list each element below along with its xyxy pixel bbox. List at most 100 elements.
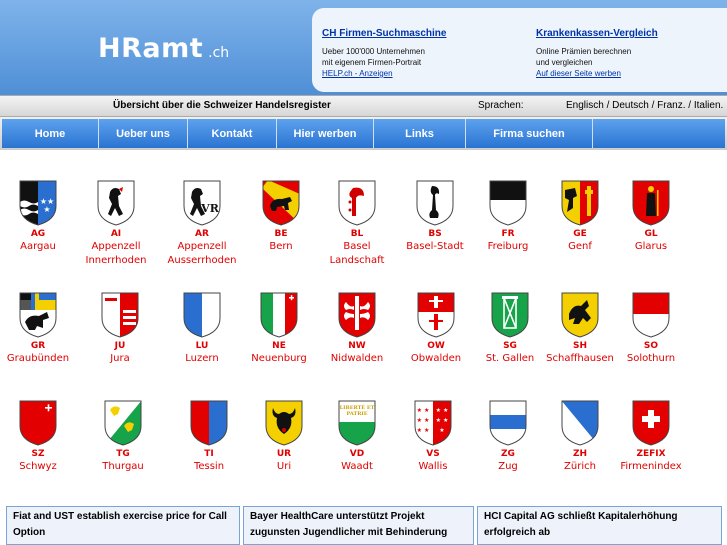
canton-ur[interactable]: UR Uri bbox=[245, 400, 323, 474]
canton-be[interactable]: BE Bern bbox=[242, 180, 320, 254]
header: HRamt .ch CH Firmen-Suchmaschine Ueber 10… bbox=[0, 0, 727, 95]
canton-so[interactable]: SO Solothurn bbox=[612, 292, 690, 366]
canton-name: Luzern bbox=[185, 353, 219, 364]
promo-krankenkassen-line2: und vergleichen bbox=[536, 58, 593, 67]
canton-name: Wallis bbox=[418, 461, 448, 472]
canton-name: Solothurn bbox=[626, 353, 676, 364]
canton-bl[interactable]: BL Basel Landschaft bbox=[318, 180, 396, 268]
canton-name: Appenzell bbox=[91, 241, 141, 252]
canton-gl[interactable]: GL Glarus bbox=[612, 180, 690, 254]
canton-zefix[interactable]: ZEFIX Firmenindex bbox=[612, 400, 690, 474]
canton-code: NE bbox=[272, 341, 286, 351]
sg-coat-of-arms-icon bbox=[491, 292, 529, 338]
canton-gr[interactable]: GR Graubünden bbox=[0, 292, 77, 366]
promo-firmen: CH Firmen-Suchmaschine Ueber 100'000 Unt… bbox=[322, 28, 446, 79]
canton-zg[interactable]: ZG Zug bbox=[469, 400, 547, 474]
canton-name: Zürich bbox=[564, 461, 596, 472]
canton-ag[interactable]: ★★ ★ AG Aargau bbox=[0, 180, 77, 254]
canton-name: Waadt bbox=[341, 461, 373, 472]
canton-code: SH bbox=[572, 341, 587, 351]
nav-empty bbox=[593, 119, 725, 148]
canton-sh[interactable]: SH Schaffhausen bbox=[541, 292, 619, 366]
svg-text:★ ★: ★ ★ bbox=[417, 407, 430, 414]
canton-code: SG bbox=[503, 341, 517, 351]
canton-ar[interactable]: VR AR Appenzell Ausserrhoden bbox=[163, 180, 241, 268]
canton-ai[interactable]: AI Appenzell Innerrhoden bbox=[77, 180, 155, 268]
nav-ueber-uns[interactable]: Ueber uns bbox=[99, 119, 188, 148]
canton-name: Freiburg bbox=[487, 241, 529, 252]
canton-name-line2: Landschaft bbox=[329, 255, 385, 266]
promo-krankenkassen-link[interactable]: Auf dieser Seite werben bbox=[536, 69, 621, 78]
canton-name: Graubünden bbox=[6, 353, 70, 364]
site-logo[interactable]: HRamt .ch bbox=[98, 33, 229, 64]
vs-coat-of-arms-icon: ★ ★ ★ ★ ★ ★ ★ ★ ★ ★ ★ bbox=[414, 400, 452, 446]
nav-firma-suchen[interactable]: Firma suchen bbox=[466, 119, 593, 148]
canton-ju[interactable]: JU Jura bbox=[81, 292, 159, 366]
ge-coat-of-arms-icon bbox=[561, 180, 599, 226]
ai-coat-of-arms-icon bbox=[97, 180, 135, 226]
canton-sz[interactable]: SZ Schwyz bbox=[0, 400, 77, 474]
nav-links[interactable]: Links bbox=[374, 119, 466, 148]
lu-coat-of-arms-icon bbox=[183, 292, 221, 338]
canton-code: AI bbox=[110, 229, 122, 239]
canton-ne[interactable]: NE Neuenburg bbox=[240, 292, 318, 366]
canton-name: Jura bbox=[110, 353, 130, 364]
canton-code: UR bbox=[276, 449, 292, 459]
canton-bs[interactable]: BS Basel-Stadt bbox=[396, 180, 474, 254]
tg-coat-of-arms-icon bbox=[104, 400, 142, 446]
promo-firmen-link[interactable]: HELP.ch - Anzeigen bbox=[322, 69, 393, 78]
main-nav: Home Ueber uns Kontakt Hier werben Links… bbox=[0, 117, 727, 150]
canton-fr[interactable]: FR Freiburg bbox=[469, 180, 547, 254]
bl-coat-of-arms-icon bbox=[338, 180, 376, 226]
canton-code: TI bbox=[204, 449, 214, 459]
gr-coat-of-arms-icon bbox=[19, 292, 57, 338]
sh-coat-of-arms-icon bbox=[561, 292, 599, 338]
canton-code: ZEFIX bbox=[636, 449, 666, 459]
canton-zh[interactable]: ZH Zürich bbox=[541, 400, 619, 474]
canton-code: GR bbox=[30, 341, 46, 351]
canton-vd[interactable]: LIBERTÉ ET PATRIE VD Waadt bbox=[318, 400, 396, 474]
canton-name: Zug bbox=[498, 461, 518, 472]
canton-name: Appenzell bbox=[177, 241, 227, 252]
canton-vs[interactable]: ★ ★ ★ ★ ★ ★ ★ ★ ★ ★ ★ VS Wallis bbox=[394, 400, 472, 474]
canton-code: SZ bbox=[31, 449, 45, 459]
logo-main: HRamt bbox=[98, 33, 204, 64]
zh-coat-of-arms-icon bbox=[561, 400, 599, 446]
canton-code: VS bbox=[426, 449, 440, 459]
promo-firmen-line1: Ueber 100'000 Unternehmen bbox=[322, 47, 425, 56]
canton-name: Basel bbox=[343, 241, 371, 252]
canton-nw[interactable]: NW Nidwalden bbox=[318, 292, 396, 366]
canton-ti[interactable]: TI Tessin bbox=[170, 400, 248, 474]
nav-hier-werben[interactable]: Hier werben bbox=[277, 119, 374, 148]
canton-code: NW bbox=[348, 341, 366, 351]
news-item-1[interactable]: Fiat and UST establish exercise price fo… bbox=[6, 506, 240, 545]
svg-text:★: ★ bbox=[439, 427, 444, 434]
languages-links[interactable]: Englisch / Deutsch / Franz. / Italien. bbox=[566, 100, 723, 111]
canton-lu[interactable]: LU Luzern bbox=[163, 292, 241, 366]
canton-code: VD bbox=[349, 449, 365, 459]
languages-label: Sprachen: bbox=[478, 100, 524, 111]
promo-box: CH Firmen-Suchmaschine Ueber 100'000 Unt… bbox=[312, 8, 727, 92]
nav-home[interactable]: Home bbox=[2, 119, 99, 148]
nw-coat-of-arms-icon bbox=[338, 292, 376, 338]
canton-code: GL bbox=[644, 229, 658, 239]
promo-krankenkassen-title[interactable]: Krankenkassen-Vergleich bbox=[536, 28, 658, 39]
ag-coat-of-arms-icon: ★★ ★ bbox=[19, 180, 57, 226]
news-item-2[interactable]: Bayer HealthCare unterstützt Projekt zug… bbox=[243, 506, 474, 545]
canton-name: Neuenburg bbox=[251, 353, 307, 364]
canton-tg[interactable]: TG Thurgau bbox=[84, 400, 162, 474]
canton-ge[interactable]: GE Genf bbox=[541, 180, 619, 254]
promo-firmen-title[interactable]: CH Firmen-Suchmaschine bbox=[322, 28, 446, 39]
so-coat-of-arms-icon bbox=[632, 292, 670, 338]
sz-coat-of-arms-icon bbox=[19, 400, 57, 446]
promo-firmen-line2: mit eigenem Firmen-Portrait bbox=[322, 58, 422, 67]
promo-krankenkassen-line1: Online Prämien berechnen bbox=[536, 47, 632, 56]
canton-code: ZG bbox=[501, 449, 515, 459]
nav-kontakt[interactable]: Kontakt bbox=[188, 119, 277, 148]
canton-ow[interactable]: OW Obwalden bbox=[397, 292, 475, 366]
canton-name-line2: Ausserrhoden bbox=[167, 255, 237, 266]
news-item-3[interactable]: HCI Capital AG schließt Kapitalerhöhung … bbox=[477, 506, 722, 545]
bs-coat-of-arms-icon bbox=[416, 180, 454, 226]
canton-sg[interactable]: SG St. Gallen bbox=[471, 292, 549, 366]
svg-text:★ ★: ★ ★ bbox=[436, 407, 449, 414]
